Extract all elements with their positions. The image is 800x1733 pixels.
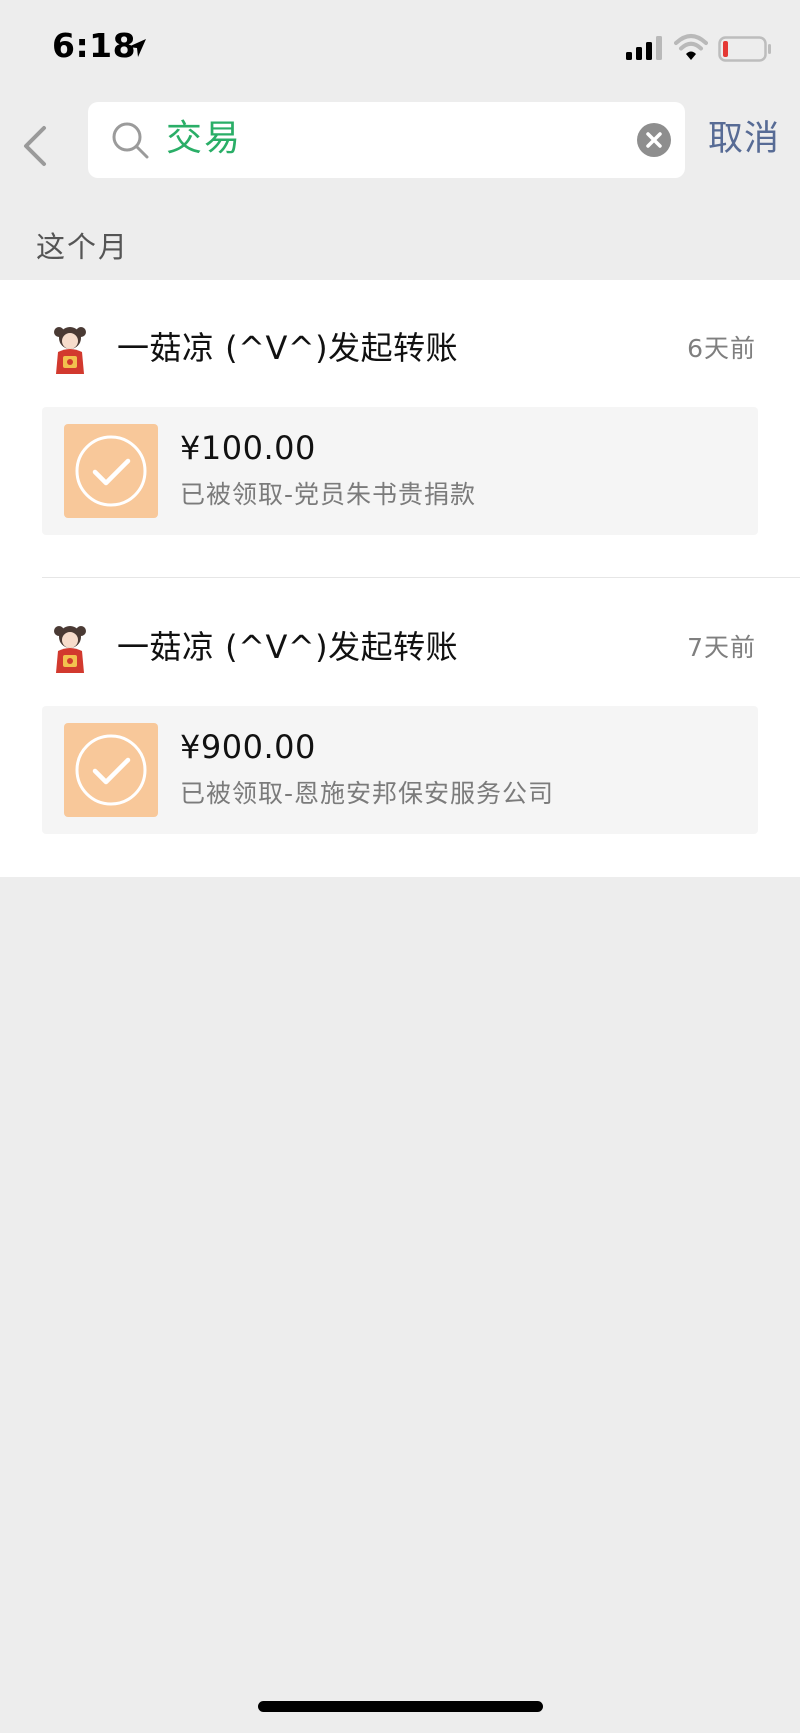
transfer-amount: ¥900.00 bbox=[180, 728, 316, 766]
transfer-received-icon bbox=[75, 734, 147, 806]
clear-icon[interactable] bbox=[636, 122, 672, 158]
transfer-icon-box bbox=[64, 723, 158, 817]
search-query[interactable]: 交易 bbox=[166, 116, 242, 162]
transfer-card[interactable]: ¥900.00 已被领取-恩施安邦保安服务公司 bbox=[42, 706, 758, 834]
transaction-item[interactable]: 一菇凉 (^V^)发起转账 7天前 ¥900.00 已被领取-恩施安邦保安服务公… bbox=[0, 579, 800, 878]
transfer-note: 已被领取-党员朱书贵捐款 bbox=[180, 480, 477, 509]
transfer-card[interactable]: ¥100.00 已被领取-党员朱书贵捐款 bbox=[42, 407, 758, 535]
location-arrow-icon bbox=[128, 39, 146, 57]
status-time: 6:18 bbox=[52, 26, 137, 65]
transaction-list: 一菇凉 (^V^)发起转账 6天前 ¥100.00 已被领取-党员朱书贵捐款 一… bbox=[0, 280, 800, 877]
transaction-time: 6天前 bbox=[687, 334, 756, 363]
transaction-time: 7天前 bbox=[687, 633, 756, 662]
search-icon bbox=[112, 122, 149, 159]
divider bbox=[42, 577, 800, 578]
avatar bbox=[48, 322, 92, 378]
wifi-icon bbox=[674, 34, 708, 60]
battery-low-icon bbox=[718, 36, 771, 62]
avatar bbox=[48, 621, 92, 677]
transaction-title: 一菇凉 (^V^)发起转账 bbox=[117, 329, 459, 367]
section-header: 这个月 bbox=[36, 230, 130, 264]
transfer-received-icon bbox=[75, 435, 147, 507]
transfer-note: 已被领取-恩施安邦保安服务公司 bbox=[180, 779, 555, 808]
transaction-title: 一菇凉 (^V^)发起转账 bbox=[117, 628, 459, 666]
status-bar: 6:18 bbox=[0, 0, 800, 96]
back-icon[interactable] bbox=[18, 122, 52, 170]
home-indicator[interactable] bbox=[258, 1701, 543, 1712]
cellular-signal-icon bbox=[626, 36, 662, 60]
search-input[interactable]: 交易 bbox=[88, 102, 685, 178]
transfer-icon-box bbox=[64, 424, 158, 518]
transaction-item[interactable]: 一菇凉 (^V^)发起转账 6天前 ¥100.00 已被领取-党员朱书贵捐款 bbox=[0, 280, 800, 579]
cancel-button[interactable]: 取消 bbox=[708, 116, 780, 162]
transfer-amount: ¥100.00 bbox=[180, 429, 316, 467]
